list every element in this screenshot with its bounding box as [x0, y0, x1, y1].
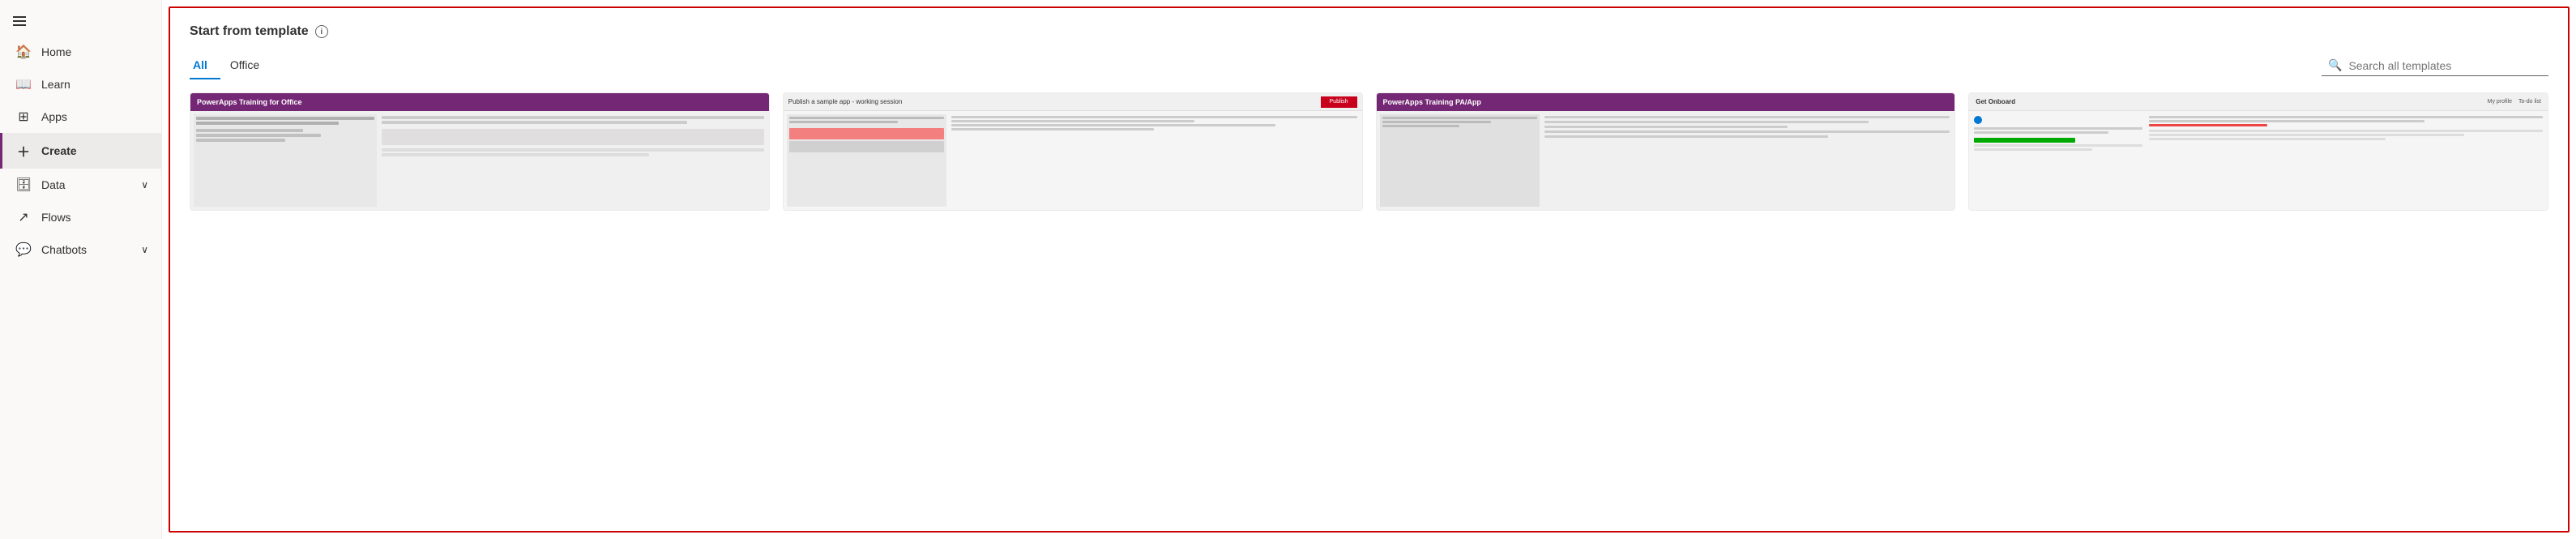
- data-expand-icon: ∨: [141, 179, 148, 190]
- sidebar: 🏠 Home 📖 Learn ⊞ Apps ＋ Create 🗄 Data ∨ …: [0, 0, 162, 539]
- sidebar-item-label: Apps: [41, 110, 67, 123]
- sidebar-item-create[interactable]: ＋ Create: [0, 133, 161, 169]
- card-info-1: Meeting Capture ✏ Canvas app: [784, 210, 1362, 211]
- flows-icon: ↗: [15, 209, 32, 225]
- template-card-2[interactable]: PowerApps Training PA/App: [1376, 92, 1956, 211]
- template-card-0[interactable]: PowerApps Training for Office: [190, 92, 770, 211]
- chatbots-icon: 💬: [15, 242, 32, 258]
- main-content: Start from template i All Office 🔍: [162, 0, 2576, 539]
- tab-all[interactable]: All: [190, 52, 220, 79]
- template-card-1[interactable]: Publish a sample app - working session P…: [783, 92, 1363, 211]
- search-icon: 🔍: [2328, 58, 2342, 72]
- sidebar-item-apps[interactable]: ⊞ Apps: [0, 101, 161, 133]
- sidebar-item-label: Data: [41, 178, 66, 191]
- template-tabs: All Office: [190, 52, 279, 79]
- sidebar-item-home[interactable]: 🏠 Home: [0, 36, 161, 68]
- sidebar-item-label: Learn: [41, 78, 70, 91]
- sidebar-item-label: Chatbots: [41, 243, 87, 256]
- card-preview-1: Publish a sample app - working session P…: [784, 93, 1362, 210]
- sidebar-item-label: Flows: [41, 211, 71, 224]
- sidebar-item-label: Home: [41, 45, 71, 58]
- card-preview-2: PowerApps Training PA/App: [1377, 93, 1955, 210]
- create-icon: ＋: [15, 141, 32, 160]
- sidebar-item-learn[interactable]: 📖 Learn: [0, 68, 161, 101]
- sidebar-item-flows[interactable]: ↗ Flows: [0, 201, 161, 233]
- card-info-0: Power Apps Training for Office ✏ Canvas …: [190, 210, 769, 211]
- card-preview-0: PowerApps Training for Office: [190, 93, 769, 210]
- chatbots-expand-icon: ∨: [141, 244, 148, 255]
- sidebar-item-chatbots[interactable]: 💬 Chatbots ∨: [0, 233, 161, 266]
- tab-office[interactable]: Office: [227, 52, 272, 79]
- card-preview-3: Get Onboard My profile To-do list: [1969, 93, 2548, 210]
- card-info-2: Power Apps Training ✏ Canvas app: [1377, 210, 1955, 211]
- section-header: Start from template i: [190, 24, 2548, 39]
- hamburger-icon: [13, 16, 26, 26]
- template-section: Start from template i All Office 🔍: [169, 6, 2570, 533]
- data-icon: 🗄: [15, 177, 32, 193]
- templates-grid: PowerApps Training for Office: [190, 92, 2548, 211]
- sidebar-item-label: Create: [41, 144, 77, 157]
- sidebar-item-data[interactable]: 🗄 Data ∨: [0, 169, 161, 201]
- search-box[interactable]: 🔍: [2322, 55, 2548, 76]
- tabs-row: All Office 🔍: [190, 52, 2548, 79]
- template-card-3[interactable]: Get Onboard My profile To-do list: [1968, 92, 2548, 211]
- apps-icon: ⊞: [15, 109, 32, 125]
- section-title-text: Start from template: [190, 24, 309, 39]
- hamburger-button[interactable]: [0, 6, 161, 36]
- learn-icon: 📖: [15, 76, 32, 92]
- search-input[interactable]: [2348, 59, 2542, 72]
- home-icon: 🏠: [15, 44, 32, 60]
- card-info-3: Onboarding Tasks ✏ Canvas app: [1969, 210, 2548, 211]
- info-icon[interactable]: i: [315, 25, 328, 38]
